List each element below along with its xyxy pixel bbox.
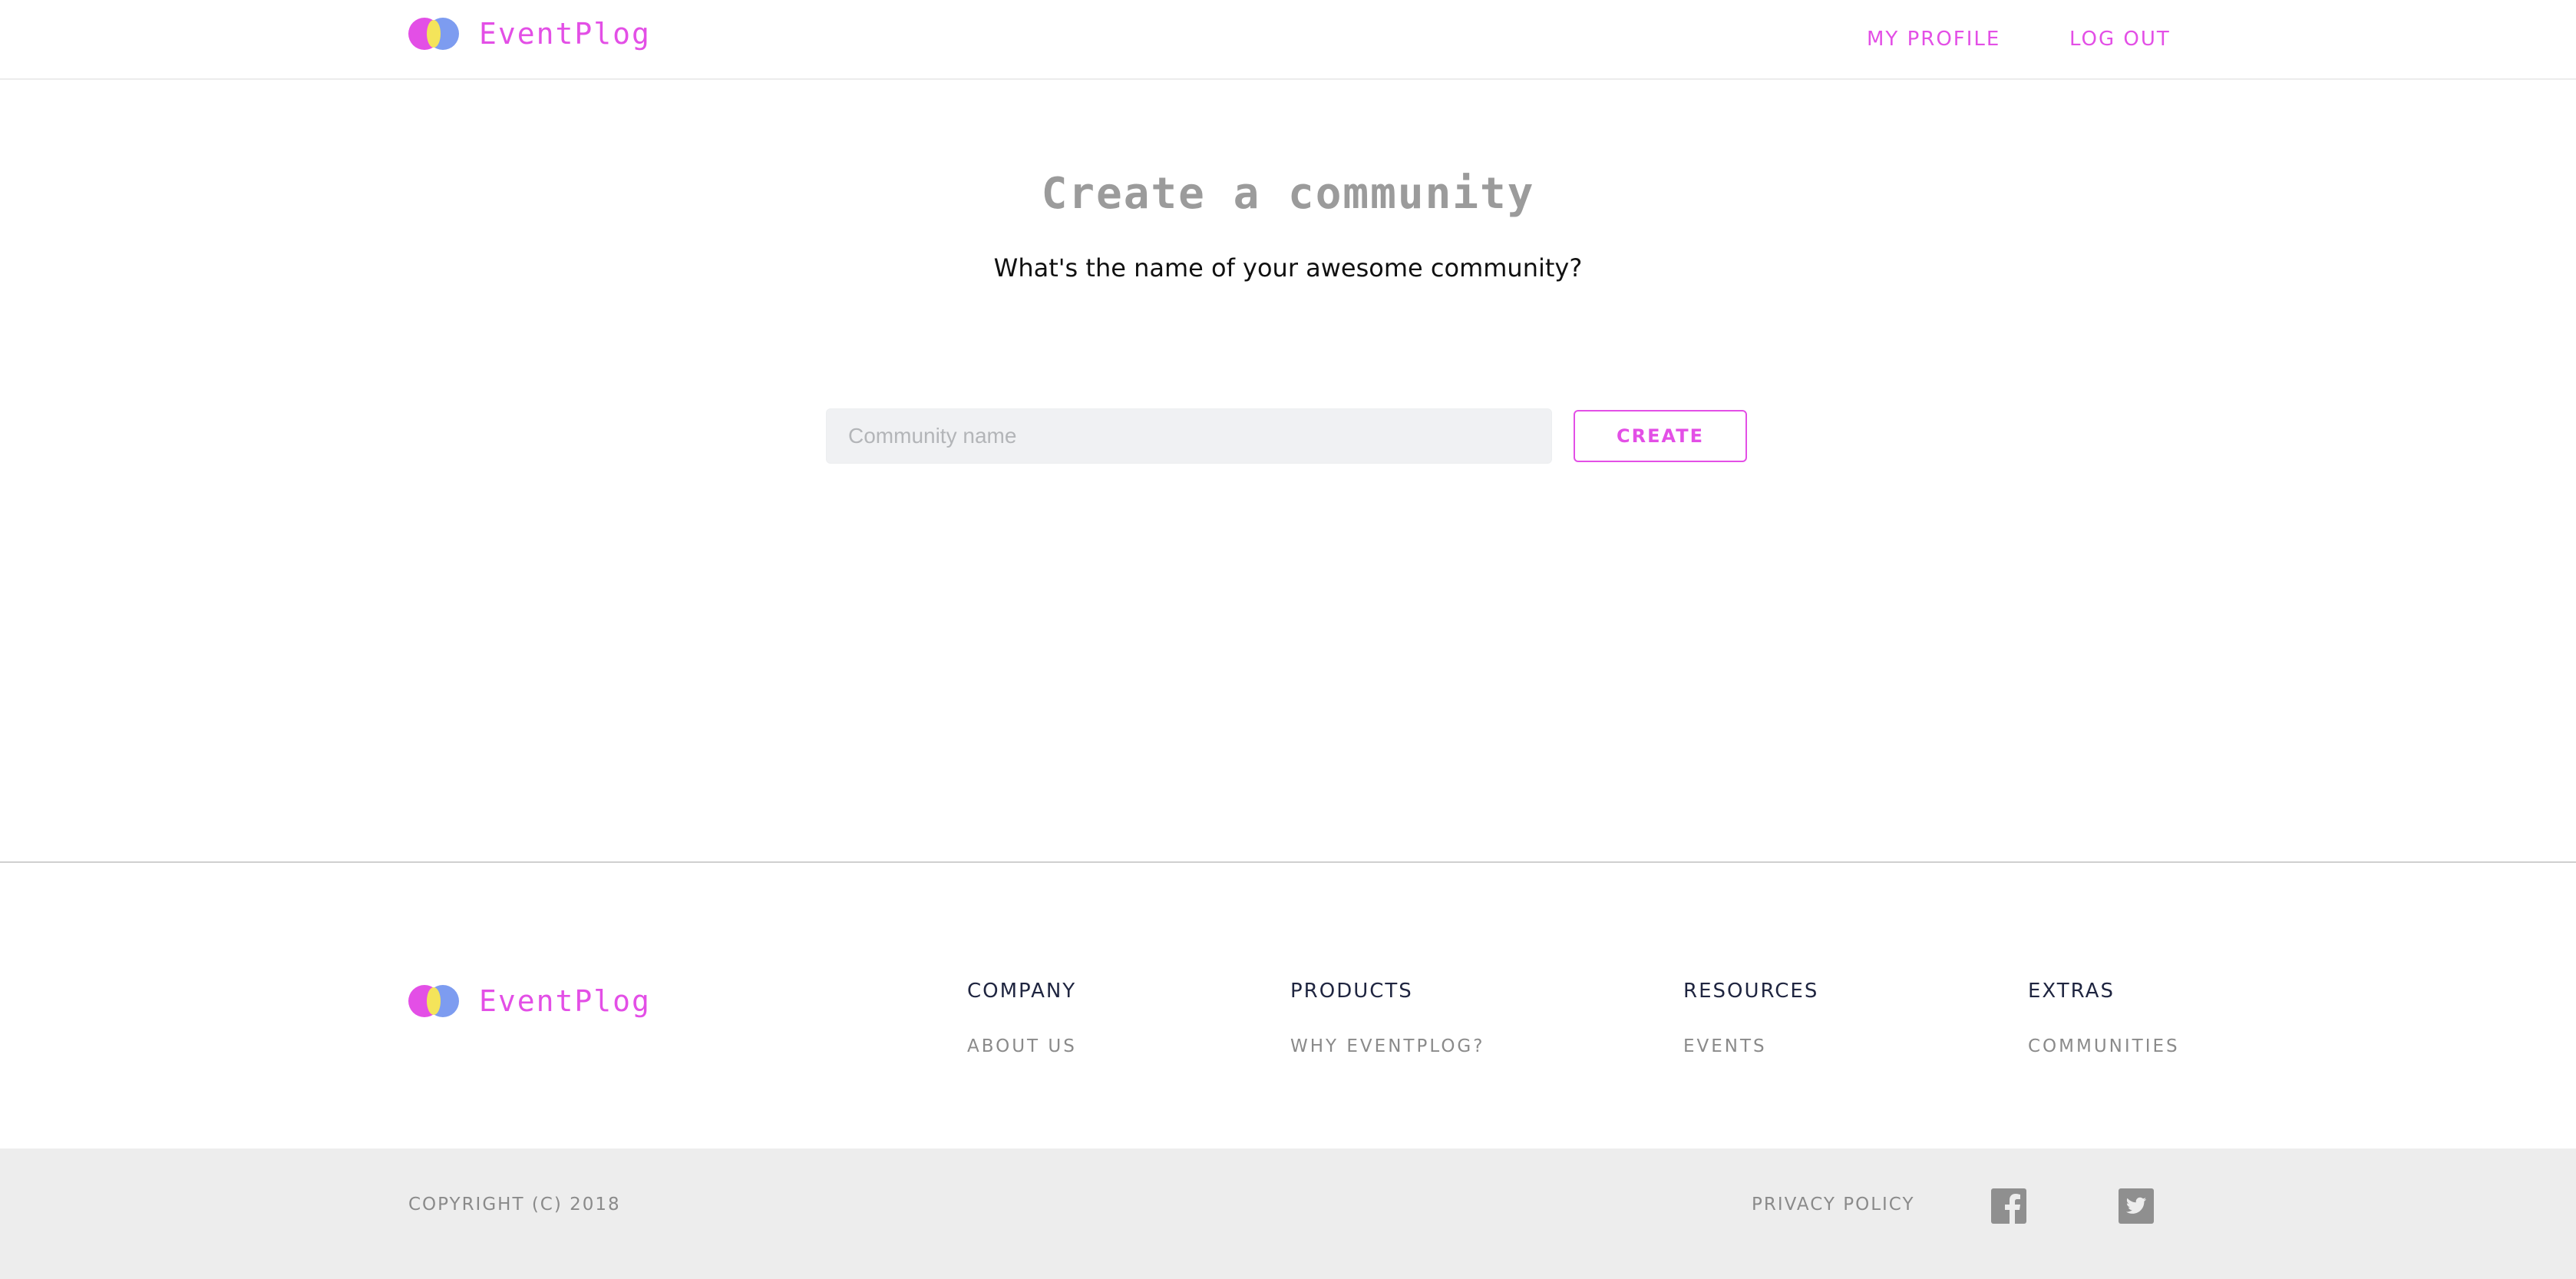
footer-heading: PRODUCTS	[1290, 980, 1413, 1003]
why-eventplog-link[interactable]: WHY EVENTPLOG?	[1290, 1036, 1485, 1056]
footer-column-resources: RESOURCES EVENTS	[1683, 980, 1818, 1056]
privacy-policy-link[interactable]: PRIVACY POLICY	[1752, 1195, 1915, 1215]
footer-column-company: COMPANY ABOUT US	[967, 980, 1077, 1056]
footer-heading: EXTRAS	[2028, 980, 2115, 1003]
page-subtitle: What's the name of your awesome communit…	[993, 253, 1583, 283]
my-profile-link[interactable]: MY PROFILE	[1867, 28, 2000, 51]
brand-name: EventPlog	[479, 17, 651, 51]
footer-heading: COMPANY	[967, 980, 1077, 1003]
brand-logo-link[interactable]: EventPlog	[408, 17, 651, 51]
community-name-input[interactable]	[826, 408, 1552, 464]
footer-column-extras: EXTRAS COMMUNITIES	[2028, 980, 2180, 1056]
footer-column-products: PRODUCTS WHY EVENTPLOG?	[1290, 980, 1485, 1056]
facebook-icon[interactable]	[1991, 1188, 2026, 1224]
footer-heading: RESOURCES	[1683, 980, 1819, 1003]
create-button[interactable]: CREATE	[1574, 410, 1747, 462]
top-nav-bar: EventPlog MY PROFILE LOG OUT	[0, 0, 2576, 80]
twitter-icon[interactable]	[2119, 1188, 2154, 1224]
brand-logo-icon	[408, 985, 459, 1017]
footer-brand-name: EventPlog	[479, 984, 651, 1018]
footer-bottom-bar	[0, 1148, 2576, 1279]
events-link[interactable]: EVENTS	[1683, 1036, 1818, 1056]
page-title: Create a community	[1041, 169, 1535, 219]
brand-logo-icon	[408, 18, 459, 50]
footer-divider	[0, 861, 2576, 863]
log-out-link[interactable]: LOG OUT	[2069, 28, 2171, 51]
page: EventPlog MY PROFILE LOG OUT Create a co…	[0, 0, 2576, 1279]
about-us-link[interactable]: ABOUT US	[967, 1036, 1077, 1056]
copyright-text: COPYRIGHT (C) 2018	[408, 1195, 621, 1215]
footer-brand-logo-link[interactable]: EventPlog	[408, 984, 651, 1018]
communities-link[interactable]: COMMUNITIES	[2028, 1036, 2180, 1056]
